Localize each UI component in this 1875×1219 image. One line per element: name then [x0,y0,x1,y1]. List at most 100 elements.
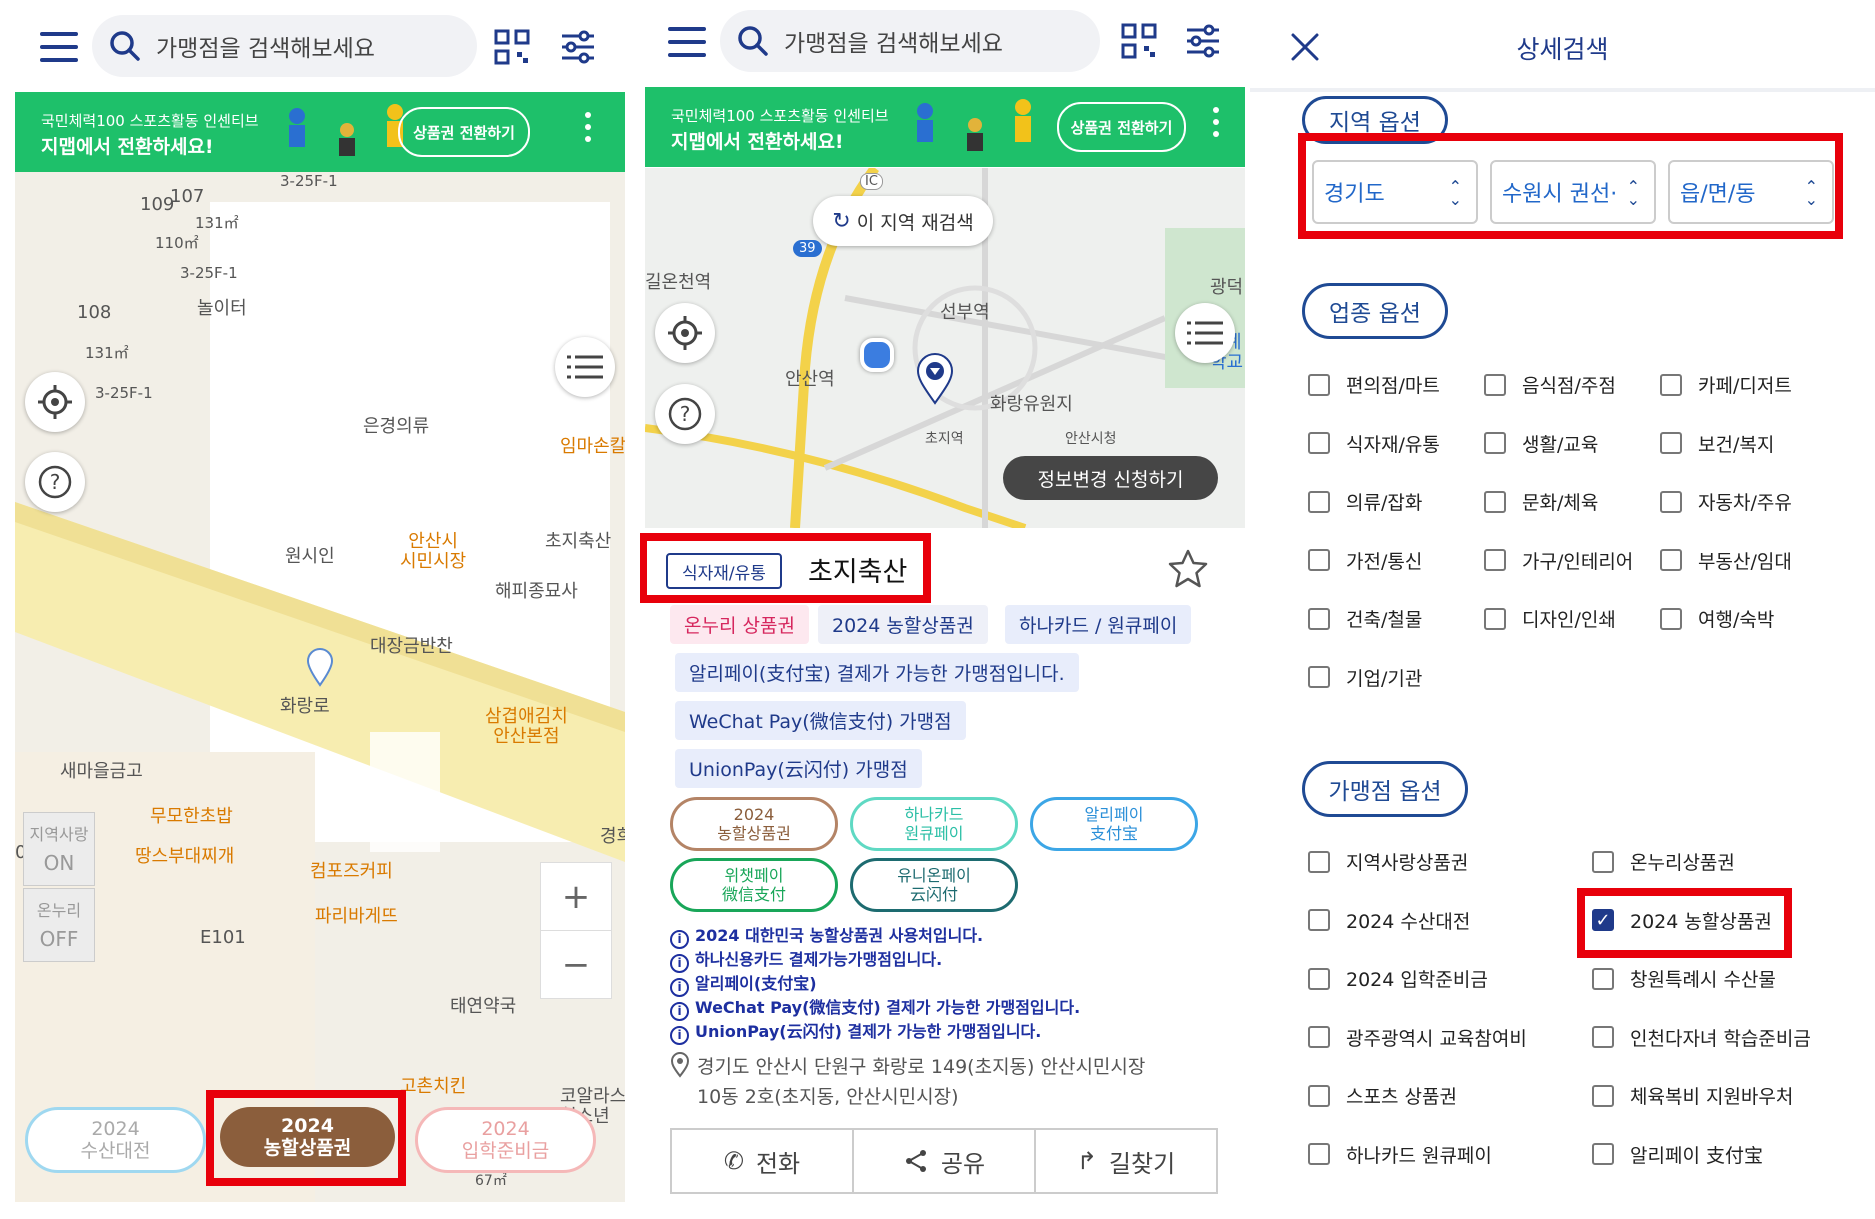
list-view-button[interactable] [1175,303,1235,363]
help-button[interactable]: ? [25,452,85,512]
business-option-checkbox[interactable]: 자동차/주유 [1660,488,1792,515]
map-view[interactable]: 109 107 131㎡ 110㎡ 3-25F-1 3-25F-1 108 13… [15,172,625,1202]
map-poi-label[interactable]: 파리바게뜨 [315,902,398,928]
checkbox-box[interactable] [1308,607,1330,630]
map-poi-label[interactable]: 안산시 시민시장 [400,532,466,572]
my-location-button[interactable] [25,372,85,432]
filter-icon[interactable] [560,30,596,64]
local-voucher-toggle[interactable]: 지역사랑 ON [23,812,95,886]
map-view[interactable]: IC 39 길온천역 선부역 안산역 화랑유원지 광덕 계 학교 초지역 안산시… [645,168,1245,528]
checkbox-box[interactable] [1308,666,1330,688]
map-poi-label[interactable]: 컴포즈커피 [310,857,393,883]
my-location-button[interactable] [655,303,715,363]
qr-scan-icon[interactable] [1120,22,1158,60]
business-option-checkbox[interactable]: 식자재/유통 [1308,430,1440,457]
store-option-checkbox[interactable]: 하나카드 원큐페이 [1308,1141,1492,1168]
checkbox-box[interactable] [1592,1084,1614,1107]
checkbox-box[interactable] [1308,1143,1330,1165]
search-input[interactable]: 가맹점을 검색해보세요 [720,10,1100,72]
zoom-in-button[interactable]: + [541,863,611,931]
list-view-button[interactable] [555,337,615,397]
store-option-checkbox[interactable]: 2024 수산대전 [1308,907,1470,934]
map-marker-icon[interactable] [305,647,335,687]
city-select[interactable]: 수원시 권선· ⌃ ⌄ [1490,160,1656,224]
checkbox-box[interactable] [1592,1143,1614,1165]
map-poi-label[interactable]: 고촌치킨 [400,1072,466,1098]
directions-button[interactable]: ↱ 길찾기 [1036,1130,1216,1192]
map-poi-label[interactable]: 태연약국 [450,992,516,1018]
chip-2024-seafood[interactable]: 2024 수산대전 [25,1107,206,1173]
qr-scan-icon[interactable] [493,28,531,66]
checkbox-box[interactable] [1484,490,1506,513]
checkbox-box[interactable] [1660,373,1682,396]
checkbox-box[interactable] [1660,549,1682,571]
store-marker-icon[interactable] [915,353,955,405]
store-option-checkbox[interactable]: 광주광역시 교육참여비 [1308,1024,1527,1051]
filter-icon[interactable] [1185,24,1221,58]
store-option-checkbox[interactable]: 창원특례시 수산물 [1592,965,1776,992]
change-info-button[interactable]: 정보변경 신청하기 [1003,456,1218,500]
map-poi-label[interactable]: 은경의류 [363,412,429,438]
help-button[interactable]: ? [655,384,715,444]
map-poi-label[interactable]: 원시인 [285,542,335,568]
onnuri-toggle[interactable]: 온누리 OFF [23,888,95,962]
checkbox-box[interactable] [1484,549,1506,571]
checkbox-box[interactable] [1484,373,1506,396]
store-option-checkbox[interactable]: 지역사랑상품권 [1308,848,1468,875]
checkbox-box[interactable] [1484,432,1506,454]
business-option-checkbox[interactable]: 편의점/마트 [1308,371,1440,398]
business-option-checkbox[interactable]: 음식점/주점 [1484,371,1616,398]
checkbox-box[interactable] [1660,607,1682,630]
share-button[interactable]: 공유 [854,1130,1036,1192]
business-option-checkbox[interactable]: 여행/숙박 [1660,605,1774,632]
star-icon[interactable] [1166,548,1210,590]
checkbox-box[interactable] [1592,1026,1614,1048]
promo-banner[interactable]: 국민체력100 스포츠활동 인센티브 지맵에서 전환하세요! 상품권 전환하기 [15,92,625,172]
menu-icon[interactable] [40,32,78,62]
zoom-out-button[interactable]: − [541,931,611,998]
checkbox-box[interactable] [1308,850,1330,873]
checkbox-box[interactable] [1660,490,1682,513]
checkbox-box[interactable] [1308,549,1330,571]
business-option-checkbox[interactable]: 문화/체육 [1484,488,1598,515]
checkbox-box[interactable] [1308,1026,1330,1048]
business-option-checkbox[interactable]: 생활/교육 [1484,430,1598,457]
menu-icon[interactable] [668,27,706,57]
map-poi-label[interactable]: 무모한초밥 [150,802,233,828]
store-option-checkbox[interactable]: 2024 입학준비금 [1308,965,1488,992]
business-option-checkbox[interactable]: 부동산/임대 [1660,547,1792,574]
store-option-checkbox[interactable]: 알리페이 支付宝 [1592,1141,1763,1168]
map-poi-label[interactable]: 초지축산 [545,527,611,553]
checkbox-box[interactable] [1484,607,1506,630]
rescan-area-button[interactable]: ↻ 이 지역 재검색 [813,196,993,246]
business-option-checkbox[interactable]: 디자인/인쇄 [1484,605,1616,632]
store-option-checkbox[interactable]: 인천다자녀 학습준비금 [1592,1024,1811,1051]
store-option-checkbox[interactable]: 온누리상품권 [1592,848,1735,875]
map-poi-label[interactable]: 대장금반찬 [370,632,453,658]
map-poi-label[interactable]: 삼겹애김치 안산본점 [485,707,568,747]
dong-select[interactable]: 읍/면/동 ⌃ ⌄ [1668,160,1834,224]
store-option-checkbox[interactable]: 체육복비 지원바우처 [1592,1082,1793,1109]
map-poi-label[interactable]: 땅스부대찌개 [135,842,234,868]
business-option-checkbox[interactable]: 카페/디저트 [1660,371,1792,398]
search-input[interactable]: 가맹점을 검색해보세요 [92,15,477,77]
province-select[interactable]: 경기도 ⌃ ⌄ [1312,160,1478,224]
business-option-checkbox[interactable]: 가구/인테리어 [1484,547,1633,574]
checkbox-box[interactable] [1308,373,1330,396]
checkbox-box[interactable] [1592,850,1614,873]
checkbox-box[interactable] [1592,967,1614,990]
promo-banner[interactable]: 국민체력100 스포츠활동 인센티브 지맵에서 전환하세요! 상품권 전환하기 [645,87,1245,167]
call-button[interactable]: ✆ 전화 [672,1130,854,1192]
checkbox-box[interactable] [1308,909,1330,931]
store-option-checkbox[interactable]: 스포츠 상품권 [1308,1082,1457,1109]
map-poi-label[interactable]: 해피종묘사 [495,577,578,603]
voucher-convert-button[interactable]: 상품권 전환하기 [1057,102,1186,152]
chip-2024-school-prep[interactable]: 2024 입학준비금 [415,1107,596,1173]
business-option-checkbox[interactable]: 의류/잡화 [1308,488,1422,515]
checkbox-box[interactable] [1308,432,1330,454]
checkbox-box[interactable] [1308,967,1330,990]
map-poi-label[interactable]: 새마을금고 [60,757,143,783]
checkbox-box[interactable] [1308,1084,1330,1107]
checkbox-box[interactable] [1308,490,1330,513]
business-option-checkbox[interactable]: 가전/통신 [1308,547,1422,574]
